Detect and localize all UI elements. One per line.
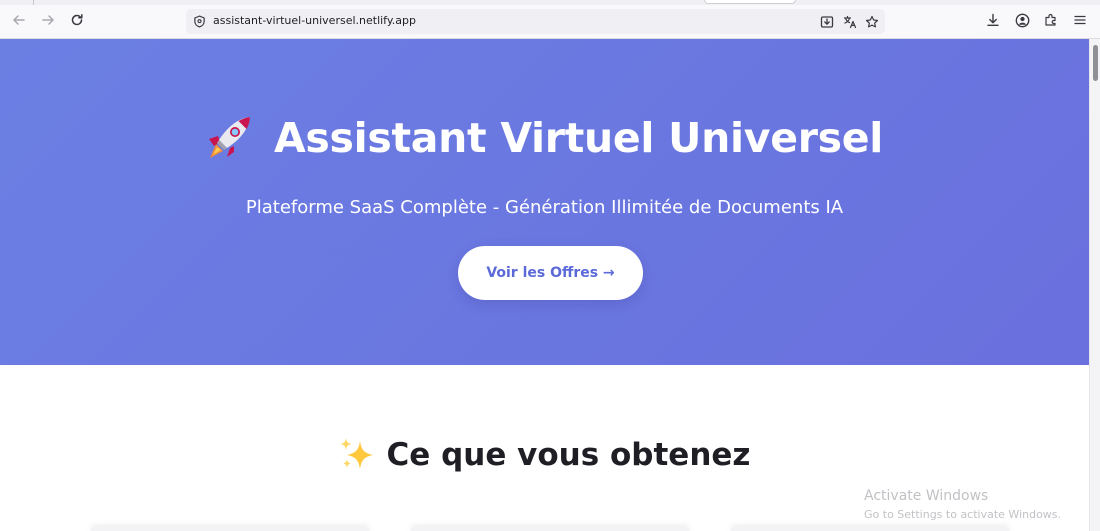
feature-card — [410, 527, 690, 531]
rocket-icon — [209, 117, 250, 158]
downloads-button[interactable] — [985, 12, 1001, 28]
feature-card — [90, 527, 370, 531]
bookmark-star-icon[interactable] — [864, 14, 879, 29]
reload-button[interactable] — [68, 11, 86, 29]
features-title-text: Ce que vous obtenez — [386, 437, 751, 473]
url-text[interactable]: assistant-virtuel-universel.netlify.app — [213, 14, 416, 27]
address-bar[interactable]: assistant-virtuel-universel.netlify.app — [186, 9, 885, 34]
forward-button[interactable] — [39, 11, 57, 29]
back-button[interactable] — [10, 11, 28, 29]
menu-button[interactable] — [1072, 12, 1088, 28]
hero-section: Assistant Virtuel Universel Plateforme S… — [0, 39, 1089, 365]
hero-subtitle: Plateforme SaaS Complète - Génération Il… — [245, 197, 844, 218]
activate-windows-title: Activate Windows — [864, 488, 989, 504]
tab-strip — [0, 0, 1100, 5]
downloads-icon — [987, 13, 999, 26]
extensions-icon — [1045, 13, 1056, 26]
site-info-icon[interactable] — [192, 14, 207, 29]
activate-windows-hint: Go to Settings to activate Windows. — [864, 508, 1062, 521]
back-arrow-icon — [13, 15, 25, 25]
hero-title: Assistant Virtuel Universel — [0, 114, 1089, 162]
extensions-button[interactable] — [1043, 12, 1059, 28]
sparkles-icon — [340, 438, 373, 469]
account-button[interactable] — [1014, 12, 1030, 28]
page-viewport: Assistant Virtuel Universel Plateforme S… — [0, 39, 1089, 531]
page-scrollbar[interactable] — [1089, 39, 1100, 531]
browser-toolbar: assistant-virtuel-universel.netlify.app — [0, 0, 1100, 39]
features-section-title: Ce que vous obtenez — [0, 437, 1089, 473]
hero-title-text: Assistant Virtuel Universel — [274, 114, 883, 162]
feature-card — [730, 527, 1010, 531]
scrollbar-thumb[interactable] — [1093, 45, 1098, 81]
translate-icon[interactable] — [842, 14, 857, 29]
view-offers-button[interactable]: Voir les Offres → — [458, 246, 643, 300]
account-icon — [1015, 13, 1029, 27]
install-app-icon[interactable] — [819, 14, 834, 29]
menu-icon — [1074, 15, 1086, 25]
reload-icon — [71, 14, 83, 26]
tab-edge-pill[interactable] — [704, 0, 796, 4]
forward-arrow-icon — [42, 15, 54, 25]
tab-divider — [33, 0, 34, 5]
